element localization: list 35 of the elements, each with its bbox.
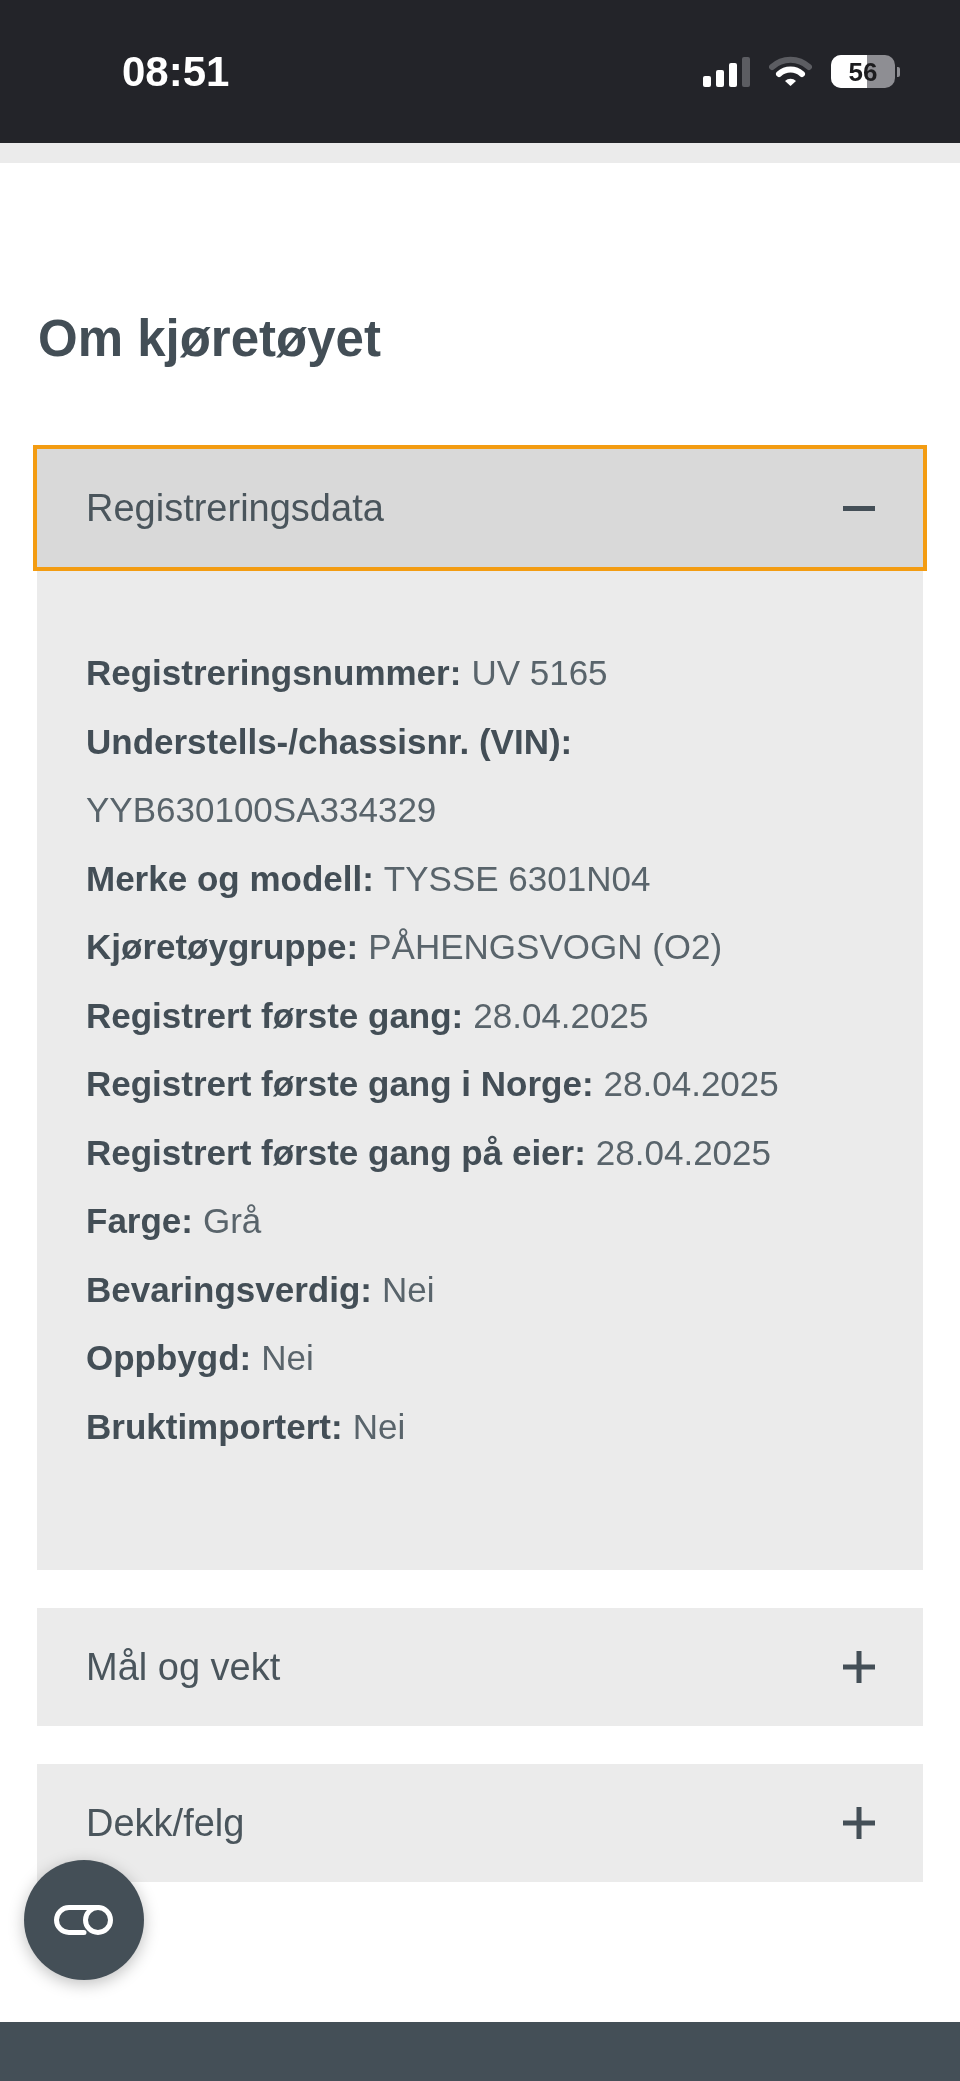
floating-action-button[interactable] [24, 1860, 144, 1980]
field-label: Registrert første gang i Norge: [86, 1063, 594, 1105]
field-value: PÅHENGSVOGN (O2) [368, 926, 723, 968]
field-label: Kjøretøygruppe: [86, 926, 359, 968]
field-value: Nei [261, 1337, 314, 1379]
field-value: 28.04.2025 [595, 1131, 771, 1174]
field-value: Nei [381, 1268, 435, 1311]
field-label: Oppbygd: [86, 1337, 252, 1379]
field-value: UV 5165 [471, 652, 608, 694]
accordion-header[interactable]: Registreringsdata [33, 445, 927, 571]
battery-indicator: 56 [831, 55, 900, 88]
field-label: Registrert første gang på eier: [86, 1131, 586, 1174]
plus-icon [843, 1807, 875, 1839]
field-label: Merke og modell: [86, 857, 374, 900]
field-label: Farge: [86, 1200, 193, 1242]
field-label: Bevaringsverdig: [86, 1268, 372, 1311]
wifi-icon [769, 56, 812, 87]
field-label: Registrert første gang: [86, 994, 464, 1037]
field-value: 28.04.2025 [473, 994, 649, 1037]
field-value: Nei [352, 1405, 406, 1448]
field-value: 28.04.2025 [603, 1063, 779, 1105]
field-label: Registreringsnummer: [86, 652, 462, 694]
status-time: 08:51 [122, 50, 230, 93]
minus-icon [843, 505, 875, 511]
page-heading: Om kjøretøyet [38, 309, 381, 369]
field-value: Grå [202, 1200, 262, 1242]
accordion-header[interactable]: Dekk/felg [37, 1764, 923, 1882]
field-value: YYB630100SA334329 [86, 789, 437, 831]
plus-icon [843, 1651, 875, 1683]
field-value: TYSSE 6301N04 [383, 857, 651, 900]
field-label: Understells-/chassisnr. (VIN): [86, 720, 573, 763]
toggle-icon [53, 1904, 115, 1936]
field-label: Bruktimportert: [86, 1405, 343, 1448]
accordion-header[interactable]: Mål og vekt [37, 1608, 923, 1726]
signal-icon [703, 56, 750, 87]
